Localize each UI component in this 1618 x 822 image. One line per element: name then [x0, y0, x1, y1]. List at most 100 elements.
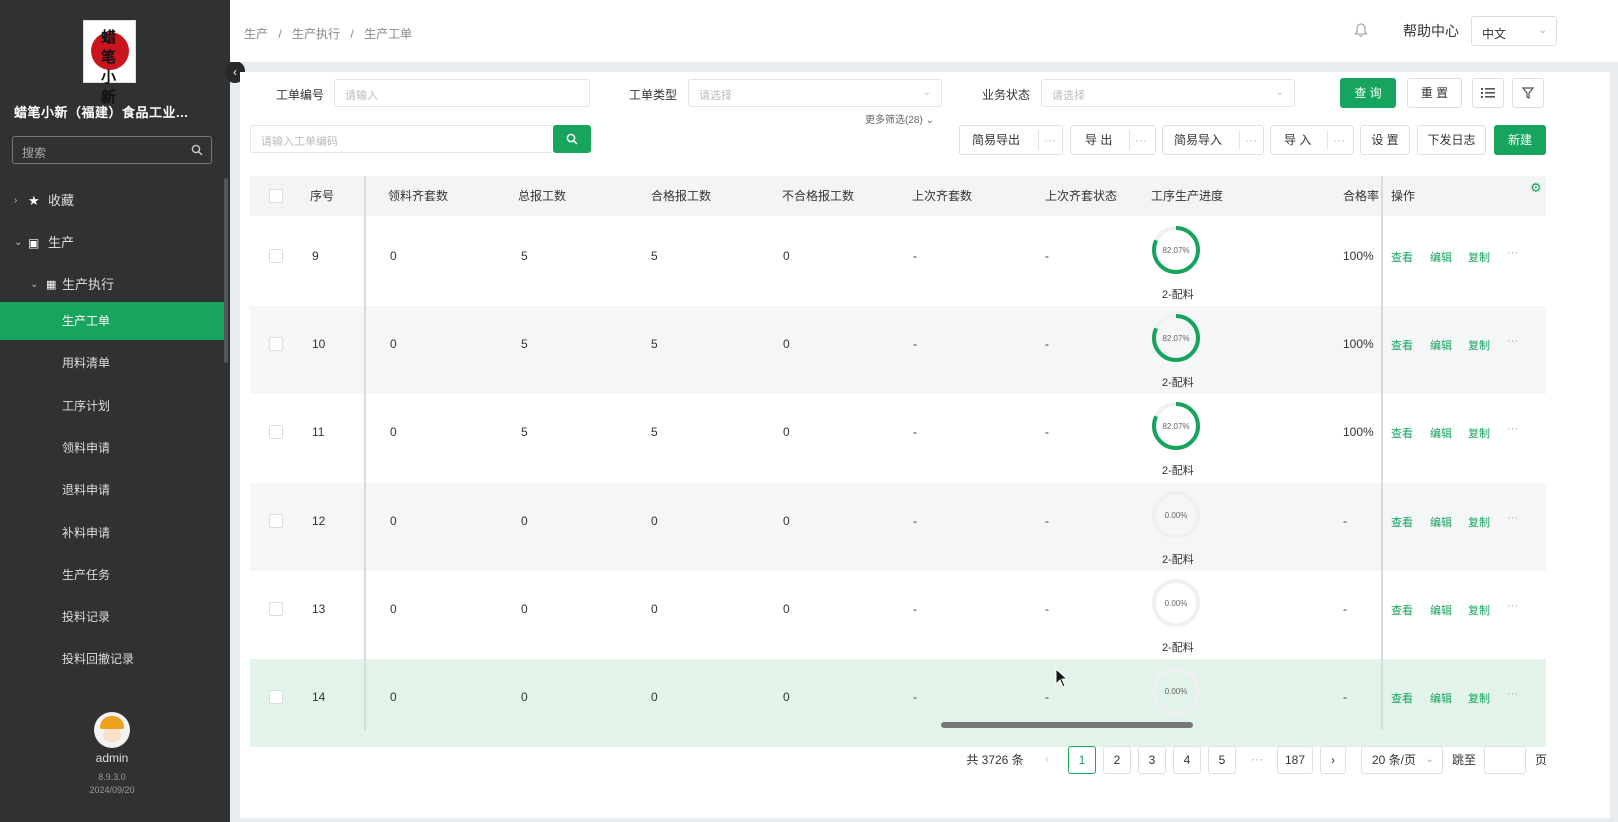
settings-button[interactable]: 设 置: [1360, 125, 1410, 155]
list-view-button[interactable]: [1472, 78, 1504, 108]
search-icon[interactable]: [191, 144, 203, 156]
language-select[interactable]: 中文 ⌄: [1471, 16, 1557, 46]
col-last-kit-status[interactable]: 上次齐套状态: [1045, 176, 1117, 216]
edit-link[interactable]: 编辑: [1430, 425, 1452, 441]
page-last[interactable]: 187: [1277, 746, 1313, 774]
easy-export-button[interactable]: 简易导出: [972, 126, 1020, 154]
sidebar-item-4[interactable]: 退料申请: [0, 471, 224, 509]
order-no-input[interactable]: 请输入: [334, 79, 590, 107]
view-link[interactable]: 查看: [1391, 690, 1413, 706]
filter-button[interactable]: [1512, 78, 1544, 108]
sidebar-item-7[interactable]: 投料记录: [0, 598, 224, 636]
row-checkbox[interactable]: [269, 513, 283, 528]
table-row[interactable]: 10 0 5 5 0 - - 100% 82.07% 2-配料 查看 编辑 复制 ···: [250, 306, 1546, 395]
sidebar-item-5[interactable]: 补料申请: [0, 514, 224, 552]
view-link[interactable]: 查看: [1391, 425, 1413, 441]
row-checkbox[interactable]: [269, 425, 283, 440]
prev-page-button[interactable]: ‹: [1035, 746, 1059, 774]
order-type-select[interactable]: 请选择 ⌄: [688, 79, 942, 107]
edit-link[interactable]: 编辑: [1430, 602, 1452, 618]
more-actions-icon[interactable]: ···: [1507, 423, 1518, 435]
edit-link[interactable]: 编辑: [1430, 337, 1452, 353]
row-checkbox[interactable]: [269, 337, 283, 352]
page-button[interactable]: 4: [1173, 746, 1201, 774]
copy-link[interactable]: 复制: [1468, 249, 1490, 265]
sidebar-item-1[interactable]: 用料清单: [0, 344, 224, 382]
easy-import-button[interactable]: 简易导入: [1174, 126, 1222, 154]
table-row[interactable]: 13 0 0 0 0 - - - 0.00% 2-配料 查看 编辑 复制 ···: [250, 571, 1546, 659]
query-button[interactable]: 查 询: [1340, 78, 1396, 108]
more-actions-icon[interactable]: ···: [1507, 247, 1518, 259]
goto-page-input[interactable]: [1484, 746, 1526, 774]
page-button[interactable]: 1: [1068, 746, 1096, 774]
table-row[interactable]: 14 0 0 0 0 - - - 0.00% 查看 编辑 复制 ···: [250, 659, 1546, 747]
order-code-search-input[interactable]: 请输入工单编码: [250, 125, 554, 153]
reset-button[interactable]: 重 置: [1407, 78, 1462, 108]
table-row[interactable]: 9 0 5 5 0 - - 100% 82.07% 2-配料 查看 编辑 复制 ···: [250, 218, 1546, 306]
page-ellipsis[interactable]: ···: [1244, 746, 1270, 774]
menu-favorites[interactable]: › ★ 收藏: [0, 182, 224, 220]
biz-status-select[interactable]: 请选择 ⌄: [1041, 79, 1295, 107]
copy-link[interactable]: 复制: [1468, 337, 1490, 353]
menu-production-exec[interactable]: ⌄ ▦ 生产执行: [0, 266, 224, 304]
column-settings-icon[interactable]: ⚙: [1530, 180, 1542, 196]
edit-link[interactable]: 编辑: [1430, 690, 1452, 706]
copy-link[interactable]: 复制: [1468, 690, 1490, 706]
sidebar-item-0[interactable]: 生产工单: [0, 302, 224, 340]
table-horizontal-scrollbar[interactable]: [941, 722, 1193, 728]
col-seq[interactable]: 序号: [310, 176, 334, 216]
more-actions-icon[interactable]: ···: [1507, 335, 1518, 347]
select-all-checkbox[interactable]: [269, 189, 283, 203]
page-size-select[interactable]: 20 条/页 ⌄: [1361, 746, 1443, 774]
more-icon[interactable]: ···: [1044, 126, 1056, 154]
more-icon[interactable]: ···: [1135, 126, 1147, 154]
more-actions-icon[interactable]: ···: [1507, 688, 1518, 700]
col-process-progress[interactable]: 工序生产进度: [1151, 176, 1223, 216]
issue-log-button[interactable]: 下发日志: [1417, 125, 1486, 155]
page-button[interactable]: 5: [1208, 746, 1236, 774]
page-button[interactable]: 2: [1103, 746, 1131, 774]
create-button[interactable]: 新建: [1494, 125, 1546, 155]
breadcrumb-item[interactable]: 生产执行: [292, 27, 340, 41]
avatar[interactable]: [94, 712, 130, 748]
row-checkbox[interactable]: [269, 601, 283, 616]
breadcrumb-item[interactable]: 生产: [244, 27, 268, 41]
search-button[interactable]: [553, 125, 591, 153]
more-actions-icon[interactable]: ···: [1507, 512, 1518, 524]
more-icon[interactable]: ···: [1333, 126, 1345, 154]
sidebar-search-input[interactable]: 搜索: [12, 136, 212, 164]
sidebar-item-3[interactable]: 领料申请: [0, 429, 224, 467]
more-filters-toggle[interactable]: 更多筛选(28) ⌄: [865, 111, 934, 126]
import-button[interactable]: 导 入: [1284, 126, 1311, 154]
sidebar-scrollbar[interactable]: [224, 178, 228, 363]
company-logo[interactable]: 蜡笔小新: [83, 20, 136, 106]
edit-link[interactable]: 编辑: [1430, 514, 1452, 530]
help-center-link[interactable]: 帮助中心: [1403, 21, 1459, 41]
copy-link[interactable]: 复制: [1468, 602, 1490, 618]
row-checkbox[interactable]: [269, 690, 283, 704]
sidebar-item-2[interactable]: 工序计划: [0, 387, 224, 425]
col-kit-count[interactable]: 领料齐套数: [388, 176, 448, 216]
more-actions-icon[interactable]: ···: [1507, 600, 1518, 612]
user-panel[interactable]: admin 8.9.3.0 2024/09/20: [0, 712, 224, 797]
col-last-kit[interactable]: 上次齐套数: [912, 176, 972, 216]
edit-link[interactable]: 编辑: [1430, 249, 1452, 265]
col-pass-rate[interactable]: 合格率: [1343, 176, 1379, 216]
col-total-report[interactable]: 总报工数: [518, 176, 566, 216]
view-link[interactable]: 查看: [1391, 514, 1413, 530]
table-row[interactable]: 12 0 0 0 0 - - - 0.00% 2-配料 查看 编辑 复制 ···: [250, 482, 1546, 571]
col-qualified-report[interactable]: 合格报工数: [651, 176, 711, 216]
copy-link[interactable]: 复制: [1468, 425, 1490, 441]
copy-link[interactable]: 复制: [1468, 514, 1490, 530]
view-link[interactable]: 查看: [1391, 337, 1413, 353]
table-row[interactable]: 11 0 5 5 0 - - 100% 82.07% 2-配料 查看 编辑 复制 ···: [250, 394, 1546, 482]
page-button[interactable]: 3: [1138, 746, 1166, 774]
export-button[interactable]: 导 出: [1085, 126, 1112, 154]
sidebar-item-6[interactable]: 生产任务: [0, 556, 224, 594]
next-page-button[interactable]: ›: [1320, 746, 1346, 774]
col-unqualified-report[interactable]: 不合格报工数: [782, 176, 854, 216]
bell-icon[interactable]: [1354, 22, 1368, 38]
view-link[interactable]: 查看: [1391, 249, 1413, 265]
more-icon[interactable]: ···: [1245, 126, 1257, 154]
row-checkbox[interactable]: [269, 249, 283, 263]
